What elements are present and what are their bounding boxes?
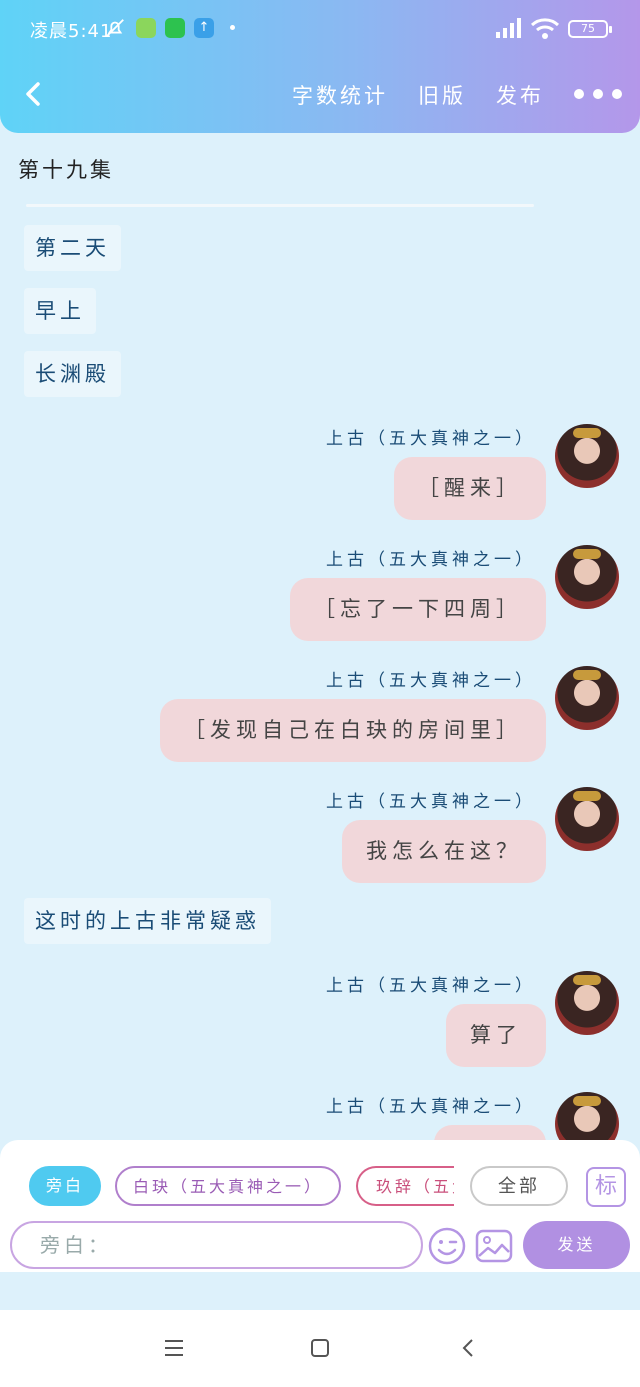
battery-icon: 75 xyxy=(568,20,612,38)
message-input[interactable]: 旁白： xyxy=(10,1221,423,1269)
more-options-icon[interactable] xyxy=(574,89,622,99)
top-header: 凌晨5:41 ↑ 75 字数统计 旧版 发布 xyxy=(0,0,640,133)
message-bubble[interactable]: ［忘了一下四周］ xyxy=(290,578,546,641)
narration-item[interactable]: 早上 xyxy=(24,288,96,334)
avatar[interactable] xyxy=(555,971,619,1035)
message-bubble[interactable]: ［发现自己在白玦的房间里］ xyxy=(160,699,546,762)
status-time: 凌晨5:41 xyxy=(30,21,113,42)
avatar[interactable] xyxy=(555,666,619,730)
narration-item[interactable]: 这时的上古非常疑惑 xyxy=(24,898,271,944)
menu-icon[interactable] xyxy=(163,1338,185,1358)
mute-bell-icon xyxy=(106,19,124,37)
home-icon[interactable] xyxy=(310,1338,330,1358)
wifi-icon xyxy=(530,18,560,39)
narration-item[interactable]: 长渊殿 xyxy=(24,351,121,397)
all-roles-button[interactable]: 全部 xyxy=(470,1166,568,1206)
wechat-icon xyxy=(165,18,185,38)
back-arrow-icon[interactable] xyxy=(20,80,48,108)
speaker-name: 上古（五大真神之一） xyxy=(326,429,536,449)
role-chip-baijue[interactable]: 白玦（五大真神之一） xyxy=(115,1166,341,1206)
narration-item[interactable]: 第二天 xyxy=(24,225,121,271)
upload-icon: ↑ xyxy=(194,18,214,38)
speaker-name: 上古（五大真神之一） xyxy=(326,671,536,691)
image-icon[interactable] xyxy=(474,1226,514,1266)
system-nav-bar xyxy=(0,1310,640,1387)
tag-button[interactable]: 标 xyxy=(586,1167,626,1207)
speaker-name: 上古（五大真神之一） xyxy=(326,792,536,812)
more-notifications-icon xyxy=(230,25,235,30)
signal-icon xyxy=(496,18,521,38)
message-bubble[interactable]: ［醒来］ xyxy=(394,457,546,520)
role-chip-jiuci[interactable]: 玖辞（五大真神之一） xyxy=(356,1166,454,1206)
emoji-icon[interactable] xyxy=(427,1226,467,1266)
app-notification-icon xyxy=(136,18,156,38)
speaker-name: 上古（五大真神之一） xyxy=(326,550,536,570)
avatar[interactable] xyxy=(555,545,619,609)
message-bubble[interactable]: 算了 xyxy=(446,1004,546,1067)
speaker-name: 上古（五大真神之一） xyxy=(326,976,536,996)
status-bar: 凌晨5:41 ↑ 75 xyxy=(0,12,640,46)
send-button[interactable]: 发送 xyxy=(523,1221,630,1269)
episode-title: 第十九集 xyxy=(18,158,114,182)
message-bubble[interactable]: 我怎么在这？ xyxy=(342,820,546,883)
publish-button[interactable]: 发布 xyxy=(496,80,544,110)
old-version-button[interactable]: 旧版 xyxy=(418,80,466,110)
role-chip-narration[interactable]: 旁白 xyxy=(29,1166,101,1206)
avatar[interactable] xyxy=(555,787,619,851)
speaker-name: 上古（五大真神之一） xyxy=(326,1097,536,1117)
divider xyxy=(26,204,534,207)
avatar[interactable] xyxy=(555,424,619,488)
system-back-icon[interactable] xyxy=(460,1338,476,1358)
word-count-button[interactable]: 字数统计 xyxy=(292,80,388,110)
